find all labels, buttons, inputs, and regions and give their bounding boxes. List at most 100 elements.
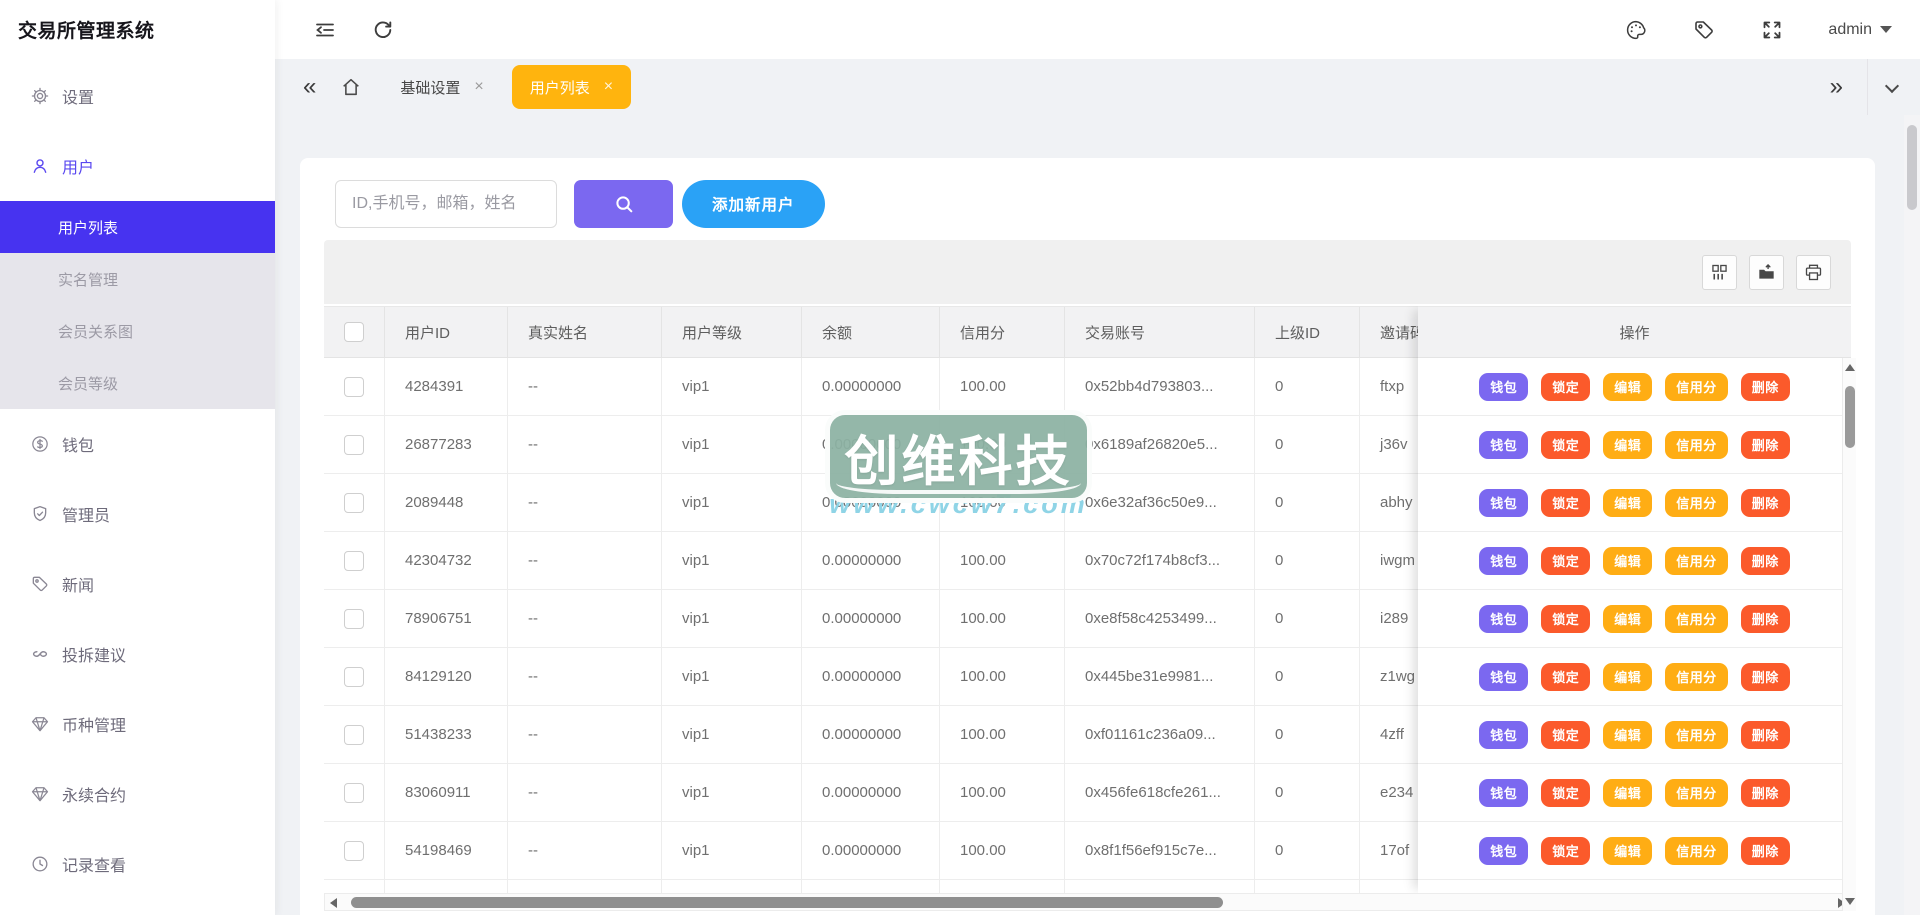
row-checkbox[interactable] — [344, 493, 364, 513]
print-icon[interactable] — [1796, 255, 1831, 290]
credit-button[interactable]: 信用分 — [1665, 721, 1728, 749]
edit-button[interactable]: 编辑 — [1603, 721, 1652, 749]
wallet-button[interactable]: 钱包 — [1479, 489, 1528, 517]
sidebar-item-wallet[interactable]: 钱包 — [0, 409, 275, 479]
window-scrollbar[interactable] — [1904, 115, 1920, 915]
edit-button[interactable]: 编辑 — [1603, 605, 1652, 633]
collapse-sidebar-icon[interactable] — [313, 18, 337, 42]
sidebar-item-feedback[interactable]: 投拆建议 — [0, 619, 275, 689]
credit-button[interactable]: 信用分 — [1665, 489, 1728, 517]
row-checkbox[interactable] — [344, 435, 364, 455]
edit-button[interactable]: 编辑 — [1603, 837, 1652, 865]
delete-button[interactable]: 删除 — [1741, 547, 1790, 575]
horizontal-scrollbar-thumb[interactable] — [351, 897, 1223, 908]
sidebar-subitem-user-list[interactable]: 用户列表 — [0, 201, 275, 253]
close-icon[interactable]: × — [474, 78, 483, 96]
scroll-down-arrow-icon[interactable] — [1845, 898, 1855, 905]
scroll-left-arrow-icon[interactable] — [330, 898, 337, 908]
export-icon[interactable] — [1749, 255, 1784, 290]
lock-button[interactable]: 锁定 — [1541, 605, 1590, 633]
credit-button[interactable]: 信用分 — [1665, 779, 1728, 807]
lock-button[interactable]: 锁定 — [1541, 663, 1590, 691]
sidebar-item-settings[interactable]: 设置 — [0, 61, 275, 131]
sidebar-item-news[interactable]: 新闻 — [0, 549, 275, 619]
row-checkbox[interactable] — [344, 667, 364, 687]
scroll-up-arrow-icon[interactable] — [1845, 364, 1855, 371]
home-icon[interactable] — [340, 76, 362, 98]
theme-palette-icon[interactable] — [1624, 18, 1648, 42]
vertical-scrollbar[interactable] — [1842, 358, 1856, 911]
lock-button[interactable]: 锁定 — [1541, 489, 1590, 517]
row-checkbox[interactable] — [344, 551, 364, 571]
sidebar-item-perpetual-contracts[interactable]: 永续合约 — [0, 759, 275, 829]
credit-button[interactable]: 信用分 — [1665, 837, 1728, 865]
row-checkbox[interactable] — [344, 841, 364, 861]
sidebar-item-admins[interactable]: 管理员 — [0, 479, 275, 549]
search-button[interactable] — [574, 180, 673, 228]
cell-balance: 0.00000000 — [802, 764, 940, 822]
lock-button[interactable]: 锁定 — [1541, 547, 1590, 575]
cell-balance: 0.00000000 — [802, 706, 940, 764]
columns-icon[interactable] — [1702, 255, 1737, 290]
edit-button[interactable]: 编辑 — [1603, 779, 1652, 807]
lock-button[interactable]: 锁定 — [1541, 779, 1590, 807]
delete-button[interactable]: 删除 — [1741, 373, 1790, 401]
edit-button[interactable]: 编辑 — [1603, 489, 1652, 517]
edit-button[interactable]: 编辑 — [1603, 547, 1652, 575]
edit-button[interactable]: 编辑 — [1603, 663, 1652, 691]
tabs-scroll-right-icon[interactable]: » — [1820, 75, 1853, 99]
sidebar-subitem-member-levels[interactable]: 会员等级 — [0, 357, 275, 409]
wallet-button[interactable]: 钱包 — [1479, 605, 1528, 633]
delete-button[interactable]: 删除 — [1741, 489, 1790, 517]
wallet-button[interactable]: 钱包 — [1479, 837, 1528, 865]
credit-button[interactable]: 信用分 — [1665, 663, 1728, 691]
wallet-button[interactable]: 钱包 — [1479, 431, 1528, 459]
wallet-button[interactable]: 钱包 — [1479, 721, 1528, 749]
credit-button[interactable]: 信用分 — [1665, 431, 1728, 459]
lock-button[interactable]: 锁定 — [1541, 721, 1590, 749]
edit-button[interactable]: 编辑 — [1603, 373, 1652, 401]
row-checkbox[interactable] — [344, 609, 364, 629]
window-scrollbar-thumb[interactable] — [1907, 125, 1917, 210]
delete-button[interactable]: 删除 — [1741, 605, 1790, 633]
wallet-button[interactable]: 钱包 — [1479, 779, 1528, 807]
row-checkbox[interactable] — [344, 725, 364, 745]
tabs-menu-icon[interactable] — [1882, 76, 1904, 98]
select-all-checkbox[interactable] — [344, 322, 364, 342]
row-checkbox[interactable] — [344, 783, 364, 803]
credit-button[interactable]: 信用分 — [1665, 547, 1728, 575]
lock-button[interactable]: 锁定 — [1541, 431, 1590, 459]
vertical-scrollbar-thumb[interactable] — [1845, 386, 1855, 448]
sidebar-item-coins[interactable]: 币种管理 — [0, 689, 275, 759]
tab-user-list[interactable]: 用户列表× — [512, 65, 631, 109]
tabs-scroll-left-icon[interactable]: « — [275, 75, 326, 99]
delete-button[interactable]: 删除 — [1741, 721, 1790, 749]
sidebar-item-users[interactable]: 用户 — [0, 131, 275, 201]
sidebar-subitem-realname-manage[interactable]: 实名管理 — [0, 253, 275, 305]
tag-icon[interactable] — [1692, 18, 1716, 42]
lock-button[interactable]: 锁定 — [1541, 837, 1590, 865]
row-actions: 钱包锁定编辑信用分删除 — [1418, 880, 1851, 893]
wallet-button[interactable]: 钱包 — [1479, 547, 1528, 575]
edit-button[interactable]: 编辑 — [1603, 431, 1652, 459]
search-input[interactable] — [335, 180, 557, 228]
wallet-button[interactable]: 钱包 — [1479, 663, 1528, 691]
delete-button[interactable]: 删除 — [1741, 663, 1790, 691]
delete-button[interactable]: 删除 — [1741, 431, 1790, 459]
user-menu[interactable]: admin — [1828, 21, 1892, 39]
credit-button[interactable]: 信用分 — [1665, 605, 1728, 633]
sidebar-item-records[interactable]: 记录查看 — [0, 829, 275, 899]
delete-button[interactable]: 删除 — [1741, 779, 1790, 807]
refresh-icon[interactable] — [371, 18, 395, 42]
add-user-button[interactable]: 添加新用户 — [682, 180, 825, 228]
row-checkbox[interactable] — [344, 377, 364, 397]
lock-button[interactable]: 锁定 — [1541, 373, 1590, 401]
tab-basic-settings[interactable]: 基础设置× — [384, 59, 499, 115]
credit-button[interactable]: 信用分 — [1665, 373, 1728, 401]
close-icon[interactable]: × — [604, 78, 613, 96]
delete-button[interactable]: 删除 — [1741, 837, 1790, 865]
wallet-button[interactable]: 钱包 — [1479, 373, 1528, 401]
sidebar-subitem-member-relations[interactable]: 会员关系图 — [0, 305, 275, 357]
horizontal-scrollbar[interactable] — [324, 893, 1851, 911]
fullscreen-icon[interactable] — [1760, 18, 1784, 42]
